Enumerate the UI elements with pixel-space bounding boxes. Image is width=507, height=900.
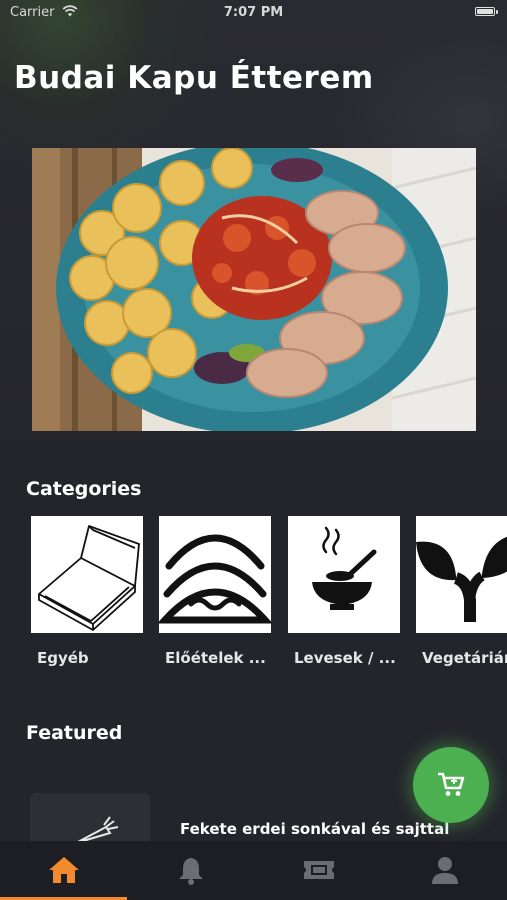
category-label: Előételek ... [165, 649, 266, 667]
category-card[interactable]: Előételek ... [159, 516, 271, 667]
featured-heading: Featured [26, 722, 123, 744]
bell-icon [179, 858, 203, 885]
home-icon [49, 857, 79, 883]
category-label: Vegetárián [422, 649, 507, 667]
tab-home[interactable] [0, 841, 127, 900]
tacos-icon [159, 534, 271, 624]
category-label: Levesek / ... [294, 649, 396, 667]
category-card[interactable]: Levesek / ... [288, 516, 400, 667]
status-bar: Carrier 7:07 PM [0, 0, 507, 26]
restaurant-title: Budai Kapu Étterem [14, 60, 374, 96]
tab-tickets[interactable] [254, 841, 380, 900]
ticket-icon [304, 861, 334, 879]
person-icon [432, 857, 458, 884]
pizza-box-icon [38, 525, 140, 631]
category-image [31, 516, 143, 633]
tab-notifications[interactable] [127, 841, 253, 900]
cart-icon [438, 772, 465, 796]
category-image [416, 516, 507, 633]
category-label: Egyéb [37, 649, 89, 667]
sprout-icon [416, 536, 507, 622]
cart-button[interactable] [413, 747, 489, 823]
categories-heading: Categories [26, 478, 142, 500]
featured-item-name[interactable]: Fekete erdei sonkával és sajttal [180, 820, 449, 838]
status-time: 7:07 PM [223, 5, 284, 20]
tab-profile[interactable] [381, 841, 507, 900]
soup-bowl-icon [312, 526, 377, 610]
bottom-tab-bar [0, 841, 507, 900]
category-image [159, 516, 271, 633]
category-card[interactable]: Egyéb [31, 516, 143, 667]
hero-food-image [32, 148, 476, 431]
category-image [288, 516, 400, 633]
category-card[interactable]: Vegetárián [416, 516, 507, 667]
battery-icon [475, 7, 498, 16]
